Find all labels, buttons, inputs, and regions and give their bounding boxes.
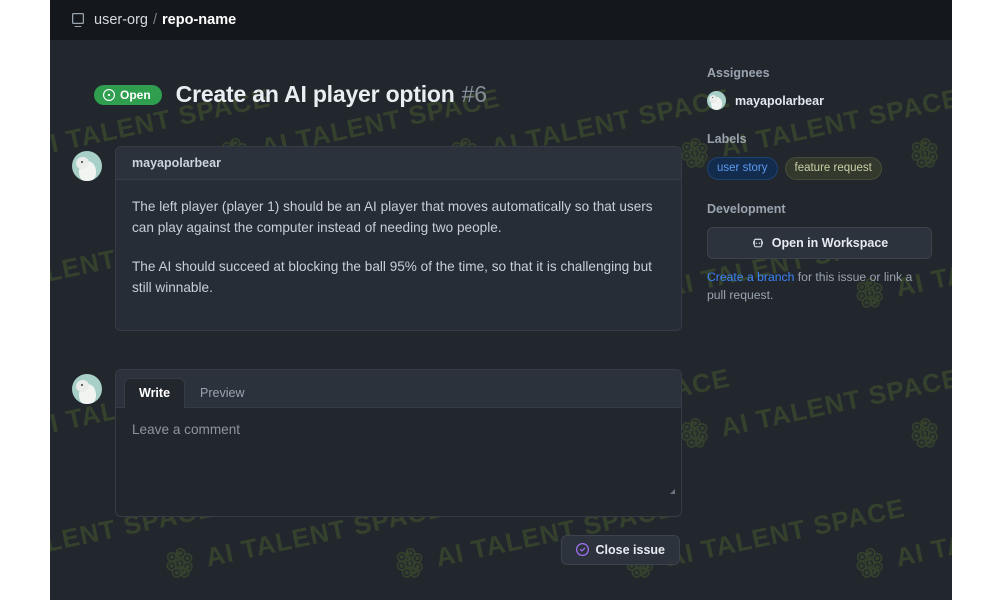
comment-input-placeholder: Leave a comment bbox=[132, 421, 241, 437]
repo-header-bar: user-org / repo-name bbox=[50, 0, 952, 40]
issue-title-text: Create an AI player option bbox=[175, 81, 455, 108]
page-title: Create an AI player option #6 bbox=[176, 81, 487, 108]
avatar bbox=[707, 91, 726, 110]
label-feature-request[interactable]: feature request bbox=[784, 157, 882, 181]
main-column: Open Create an AI player option #6 mayapo… bbox=[72, 66, 682, 565]
composer-tabs: Write Preview bbox=[116, 369, 681, 408]
create-a-branch-link[interactable]: Create a branch bbox=[707, 270, 794, 284]
development-title: Development bbox=[707, 202, 786, 217]
status-badge: Open bbox=[94, 84, 162, 105]
polar-bear-eye bbox=[712, 97, 713, 98]
assignees-title: Assignees bbox=[707, 66, 770, 80]
composer-actions: Close issue bbox=[72, 534, 682, 565]
breadcrumb-separator: / bbox=[153, 12, 158, 28]
tab-write[interactable]: Write bbox=[124, 377, 186, 408]
close-issue-label: Close issue bbox=[595, 542, 665, 557]
comment-body: The left player (player 1) should be an … bbox=[116, 180, 681, 330]
sidebar-section-assignees: Assignees mayapolarbear bbox=[707, 66, 932, 110]
comment-paragraph: The AI should succeed at blocking the ba… bbox=[132, 258, 652, 295]
issue-opened-icon bbox=[103, 88, 115, 101]
labels-list: user story feature request bbox=[707, 157, 932, 181]
open-in-workspace-label: Open in Workspace bbox=[771, 236, 889, 251]
comment-input-area[interactable]: Leave a comment bbox=[116, 408, 681, 516]
issue-page: AI TALENT SPACE AI TALENT SPACE AI TALEN… bbox=[50, 0, 952, 600]
avatar[interactable] bbox=[72, 150, 102, 181]
comment-composer: Write Preview Leave a comment bbox=[115, 368, 682, 517]
comment-row: mayapolarbear The left player (player 1)… bbox=[72, 145, 682, 331]
labels-title: Labels bbox=[707, 132, 747, 146]
status-badge-label: Open bbox=[120, 87, 151, 102]
tab-preview[interactable]: Preview bbox=[185, 378, 259, 408]
sidebar-section-labels: Labels user story feature request bbox=[707, 132, 932, 181]
label-user-story[interactable]: user story bbox=[707, 157, 778, 181]
repo-owner[interactable]: user-org bbox=[94, 12, 148, 28]
polar-bear-eye bbox=[81, 383, 83, 386]
development-hint: Create a branch for this issue or link a… bbox=[707, 269, 932, 304]
assignee-name: mayapolarbear bbox=[735, 93, 824, 108]
assignee-item[interactable]: mayapolarbear bbox=[707, 91, 932, 110]
sidebar: Assignees mayapolarbear Labels user stor… bbox=[707, 66, 932, 565]
repo-name[interactable]: repo-name bbox=[162, 12, 236, 28]
copilot-workspace-icon bbox=[752, 238, 763, 248]
close-issue-button[interactable]: Close issue bbox=[560, 534, 680, 565]
comment-composer-row: Write Preview Leave a comment bbox=[72, 368, 682, 517]
check-circle-icon bbox=[575, 543, 589, 557]
sidebar-section-development: Development Open in Workspace Create a b… bbox=[707, 202, 932, 304]
issue-number: #6 bbox=[461, 81, 487, 108]
avatar[interactable] bbox=[72, 373, 102, 404]
repo-icon bbox=[70, 12, 86, 28]
issue-title-row: Open Create an AI player option #6 bbox=[72, 66, 682, 124]
resize-handle[interactable] bbox=[670, 488, 675, 494]
open-in-workspace-button[interactable]: Open in Workspace bbox=[707, 227, 932, 260]
comment-card: mayapolarbear The left player (player 1)… bbox=[115, 145, 682, 331]
polar-bear-eye bbox=[81, 160, 83, 163]
comment-author[interactable]: mayapolarbear bbox=[116, 146, 681, 180]
comment-paragraph: The left player (player 1) should be an … bbox=[132, 198, 653, 235]
issue-body: Open Create an AI player option #6 mayapo… bbox=[50, 40, 952, 565]
